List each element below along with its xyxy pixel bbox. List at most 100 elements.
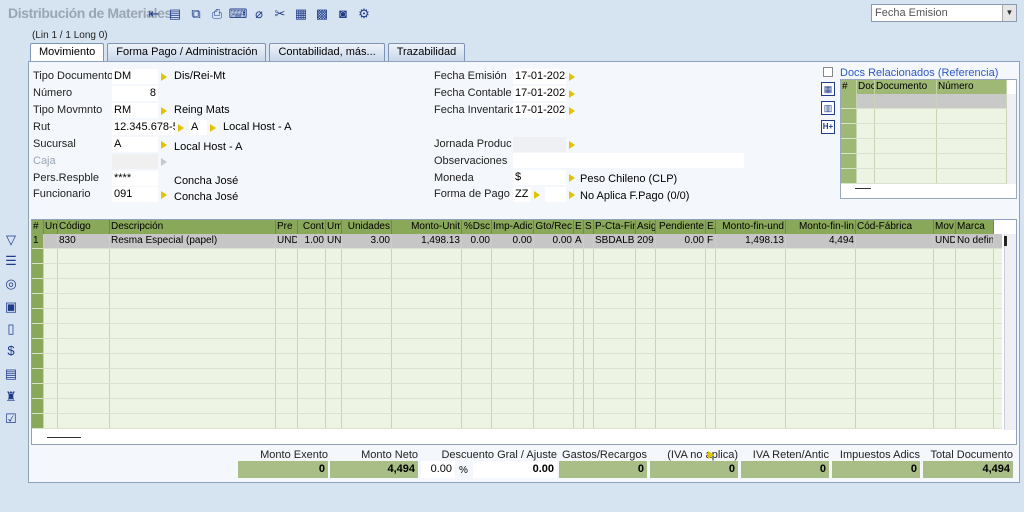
grid-cell[interactable] [110,339,276,353]
grid-cell[interactable] [716,294,786,308]
grid-cell[interactable] [44,264,58,278]
table-row-empty[interactable] [32,249,1002,264]
grid-header-cell[interactable]: Pre [276,220,298,234]
calendar-marker-icon[interactable] [569,90,575,98]
docs-cell[interactable] [841,169,857,183]
docs-cell[interactable] [857,124,875,138]
grid-cell[interactable] [656,309,706,323]
grid-header-cell[interactable]: Monto-Unit [392,220,462,234]
grid-header-cell[interactable]: Um [326,220,342,234]
grid-cell[interactable] [584,279,594,293]
grid-cell[interactable]: UND [276,234,298,248]
grid-cell[interactable] [326,279,342,293]
docs-relacionados-grid[interactable]: # Doc Documento Número [840,79,1017,199]
grid-cell[interactable] [462,309,492,323]
grid-cell[interactable] [58,264,110,278]
grid-cell[interactable] [32,339,44,353]
export-icon[interactable]: ⌨ [228,3,248,23]
grid-cell[interactable] [786,264,856,278]
grid-cell[interactable] [594,414,636,428]
grid-cell[interactable] [584,414,594,428]
grid-cell[interactable] [44,384,58,398]
grid-cell[interactable] [706,414,716,428]
grid-cell[interactable] [956,264,994,278]
grid-cell[interactable] [58,354,110,368]
message-icon[interactable]: ◙ [333,3,353,23]
grid-cell[interactable] [342,324,392,338]
grid-cell[interactable] [110,279,276,293]
grid-cell[interactable] [44,309,58,323]
docs-cell[interactable] [857,139,875,153]
grid-cell[interactable] [786,249,856,263]
lookup-marker-icon[interactable] [210,124,216,132]
grid-cell[interactable] [934,354,956,368]
grid-cell[interactable] [656,339,706,353]
grid-cell[interactable] [326,354,342,368]
grid-cell[interactable] [534,339,574,353]
grid-cell[interactable] [298,414,326,428]
grid-cell[interactable] [44,294,58,308]
grid-cell[interactable] [326,339,342,353]
grid-cell[interactable] [298,369,326,383]
grid-cell[interactable] [786,354,856,368]
grid-cell[interactable] [44,414,58,428]
docs-cell[interactable] [875,124,937,138]
grid-cell[interactable] [58,339,110,353]
grid-cell[interactable] [44,369,58,383]
grid-cell[interactable] [584,264,594,278]
docs-relacionados-label[interactable]: Docs Relacionados (Referencia) [840,67,998,79]
grid-cell[interactable] [956,339,994,353]
grid-cell[interactable] [656,324,706,338]
docs-cell[interactable] [857,94,875,108]
filter-icon[interactable]: ▽ [3,232,19,248]
calendar-icon[interactable]: ▣ [3,299,19,315]
grid-cell[interactable] [716,399,786,413]
tab-movimiento[interactable]: Movimiento [30,43,105,61]
grid-cell[interactable] [716,279,786,293]
grid-cell[interactable] [392,384,462,398]
docs-cell[interactable] [875,139,937,153]
grid-header-cell[interactable]: P-Cta-Fin [594,220,636,234]
grid-cell[interactable]: 1.00 [298,234,326,248]
grid-cell[interactable] [584,369,594,383]
grid-cell[interactable] [856,414,934,428]
grid-cell[interactable] [276,279,298,293]
docs-row[interactable] [841,154,1007,169]
lookup-marker-icon[interactable] [569,191,575,199]
grid-cell[interactable] [276,369,298,383]
table-row[interactable]: 1 830 Resma Especial (papel) UND 1.00 UN 3.00 1… [32,234,1002,249]
pers-resp-field[interactable]: **** [112,171,158,186]
grid-cell[interactable] [326,294,342,308]
grid-cell[interactable] [32,324,44,338]
columns-icon[interactable]: ▥ [821,101,835,115]
calendar-marker-icon[interactable] [569,107,575,115]
grid-cell[interactable] [636,354,656,368]
grid-cell[interactable] [574,339,584,353]
grid-cell[interactable] [636,324,656,338]
grid-cell[interactable] [594,279,636,293]
grid-cell[interactable] [856,294,934,308]
docs-cell[interactable] [937,109,1007,123]
sucursal-field[interactable]: A [112,137,158,152]
grid-cell[interactable] [956,414,994,428]
rut-sub-field[interactable]: A [189,120,207,135]
grid-cell[interactable] [956,369,994,383]
lookup-marker-icon[interactable] [161,141,167,149]
grid-cell[interactable] [956,294,994,308]
settings-icon[interactable]: ⚙ [354,3,374,23]
grid-cell[interactable] [716,264,786,278]
grid-cell[interactable] [856,354,934,368]
grid-cell[interactable] [856,249,934,263]
grid-cell[interactable] [856,324,934,338]
grid-cell[interactable] [492,264,534,278]
grid-cell[interactable] [298,399,326,413]
grid-cell[interactable] [574,249,584,263]
table-row-empty[interactable] [32,324,1002,339]
grid-cell[interactable] [574,309,584,323]
rut-field[interactable]: 12.345.678-5 [112,120,175,135]
caja-field[interactable] [112,154,158,169]
grid-cell[interactable] [636,279,656,293]
tab-trazabilidad[interactable]: Trazabilidad [387,43,466,61]
grid-cell[interactable] [706,249,716,263]
lookup-marker-icon[interactable] [178,124,184,132]
